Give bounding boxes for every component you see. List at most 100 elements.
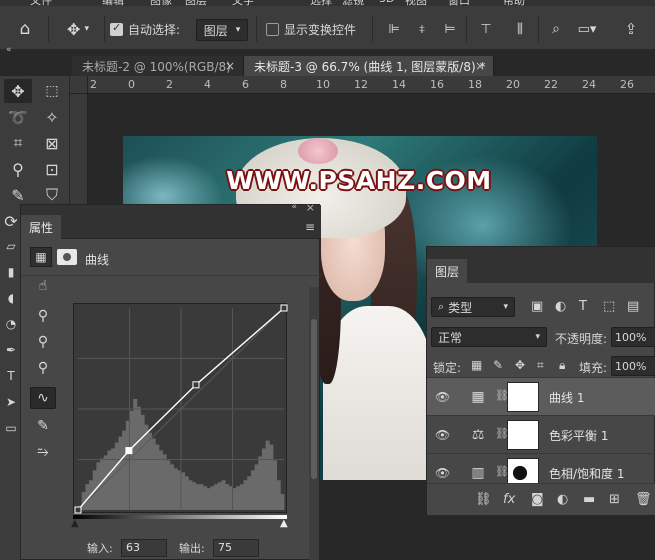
type-filter-icon[interactable]: T bbox=[579, 299, 587, 314]
add-mask-icon[interactable]: ◙ bbox=[531, 492, 544, 507]
curve-point[interactable] bbox=[125, 447, 133, 455]
curves-graph[interactable] bbox=[73, 303, 288, 514]
scrollbar[interactable] bbox=[309, 287, 319, 560]
search-icon: ⌕ bbox=[438, 300, 445, 313]
layer-row[interactable]: 👁︎ ▦ ⛓︎ 曲线 1 bbox=[427, 377, 655, 415]
lock-artboard-icon[interactable]: ⌗ bbox=[537, 358, 544, 373]
search-icon[interactable]: ⌕ bbox=[546, 18, 566, 40]
eye-icon[interactable]: 👁︎ bbox=[435, 466, 450, 480]
align-right-icon[interactable]: ⊨ bbox=[440, 18, 460, 40]
tab-properties[interactable]: 属性 bbox=[21, 215, 62, 239]
layer-filter-dropdown[interactable]: ⌕ 类型 ▾ bbox=[431, 297, 515, 317]
tab-document-2[interactable]: 未标题-2 @ 100%(RGB/8) × bbox=[72, 56, 244, 76]
type-tool-icon[interactable]: T bbox=[4, 364, 18, 388]
adjustment-filter-icon[interactable]: ◐ bbox=[555, 299, 566, 314]
delete-layer-icon[interactable]: 🗑︎ bbox=[635, 492, 652, 507]
layer-mask-thumbnail[interactable] bbox=[507, 420, 539, 450]
close-icon[interactable]: × bbox=[475, 59, 485, 73]
tab-layers[interactable]: 图层 bbox=[427, 259, 468, 283]
distribute-icon[interactable]: ⫼ bbox=[510, 18, 530, 40]
path-select-tool-icon[interactable]: ➤ bbox=[4, 390, 18, 414]
crop-tool-icon[interactable]: ⌗ bbox=[4, 131, 32, 155]
tab-document-3[interactable]: 未标题-3 @ 66.7% (曲线 1, 图层蒙版/8) * × bbox=[244, 56, 494, 76]
input-field[interactable]: 63 bbox=[121, 539, 167, 557]
lock-position-icon[interactable]: ✥ bbox=[515, 358, 525, 372]
layer-row[interactable]: 👁︎ ▥ ⛓︎ 色相/饱和度 1 bbox=[427, 453, 655, 483]
close-icon[interactable]: × bbox=[225, 59, 235, 73]
fill-field[interactable]: 100% bbox=[611, 356, 655, 376]
panel-menu-icon[interactable]: ≡ bbox=[305, 220, 315, 234]
new-adjustment-icon[interactable]: ◐ bbox=[557, 492, 568, 507]
layer-mask-thumbnail[interactable] bbox=[507, 382, 539, 412]
show-transform-checkbox[interactable] bbox=[266, 22, 279, 36]
histogram-bar bbox=[173, 468, 178, 510]
ruler-mark: 12 bbox=[354, 78, 368, 91]
curve-point[interactable] bbox=[192, 381, 200, 389]
histogram-bar bbox=[122, 430, 127, 510]
eye-icon[interactable]: 👁︎ bbox=[435, 390, 450, 404]
auto-select-checkbox[interactable] bbox=[110, 21, 123, 36]
new-layer-icon[interactable]: ⊞ bbox=[609, 492, 620, 507]
curves-plot[interactable] bbox=[74, 304, 288, 514]
pen-tool-icon[interactable]: ✒ bbox=[4, 338, 18, 362]
collapse-arrows-icon[interactable]: « bbox=[291, 202, 297, 212]
workspace-icon[interactable]: ▭▾ bbox=[576, 18, 598, 40]
image-filter-icon[interactable]: ▣ bbox=[531, 299, 543, 314]
align-top-icon[interactable]: ⊤ bbox=[476, 18, 496, 40]
chevron-down-icon: ▾ bbox=[235, 25, 241, 35]
ruler-mark: 6 bbox=[242, 78, 249, 91]
on-image-adjust-icon[interactable]: ☝ bbox=[30, 275, 56, 297]
black-slider-icon[interactable]: ▲ bbox=[71, 518, 79, 529]
eraser-tool-icon[interactable]: ▱ bbox=[4, 234, 18, 258]
fx-icon[interactable]: fx bbox=[503, 492, 515, 507]
new-group-icon[interactable]: ▬ bbox=[583, 492, 595, 507]
smart-object-filter-icon[interactable]: ▤ bbox=[627, 299, 639, 314]
auto-select-target-dropdown[interactable]: 图层 ▾ bbox=[196, 19, 248, 41]
layer-row[interactable]: 👁︎ ⚖︎ ⛓︎ 色彩平衡 1 bbox=[427, 415, 655, 453]
scrollbar-thumb[interactable] bbox=[311, 319, 317, 479]
lock-transparent-icon[interactable]: ▦ bbox=[471, 358, 482, 372]
gradient-tool-icon[interactable]: ▮ bbox=[4, 260, 18, 284]
chevron-down-icon: ▾ bbox=[535, 332, 540, 342]
output-field[interactable]: 75 bbox=[213, 539, 259, 557]
black-point-eyedropper-icon[interactable]: ⚲ bbox=[30, 305, 56, 327]
collapse-arrows-icon[interactable]: « bbox=[6, 45, 12, 55]
magic-wand-tool-icon[interactable]: ✧ bbox=[38, 105, 66, 129]
move-tool-icon[interactable]: ✥ bbox=[4, 79, 32, 103]
blur-tool-icon[interactable]: ◖ bbox=[4, 286, 18, 310]
lasso-tool-icon[interactable]: ➰ bbox=[4, 105, 32, 129]
healing-brush-tool-icon[interactable]: ⊡ bbox=[38, 157, 66, 181]
curve-point-tool-icon[interactable]: ∿ bbox=[30, 387, 56, 409]
move-tool-preset-icon[interactable]: ✥ ▾ bbox=[58, 18, 98, 40]
history-brush-tool-icon[interactable]: ⟳ bbox=[4, 209, 18, 233]
shape-filter-icon[interactable]: ⬚ bbox=[603, 299, 615, 314]
align-hcenter-icon[interactable]: ⧧ bbox=[412, 18, 432, 40]
input-label: 输入: bbox=[87, 542, 113, 555]
blend-mode-dropdown[interactable]: 正常 ▾ bbox=[431, 327, 547, 347]
layer-name: 色相/饱和度 1 bbox=[549, 467, 625, 481]
menu-3d[interactable]: 3D bbox=[379, 0, 394, 5]
marquee-tool-icon[interactable]: ⬚ bbox=[38, 79, 66, 103]
dodge-tool-icon[interactable]: ◔ bbox=[4, 312, 18, 336]
gray-point-eyedropper-icon[interactable]: ⚲ bbox=[30, 331, 56, 353]
smooth-curve-icon[interactable]: ⥲ bbox=[30, 441, 56, 463]
lock-pixels-icon[interactable]: ✎ bbox=[493, 358, 503, 372]
share-icon[interactable]: ⇪ bbox=[620, 18, 642, 40]
frame-tool-icon[interactable]: ⊠ bbox=[38, 131, 66, 155]
curve-point[interactable] bbox=[74, 506, 82, 514]
chevron-down-icon: ▾ bbox=[503, 302, 508, 312]
opacity-field[interactable]: 100% bbox=[611, 327, 655, 347]
link-layers-icon[interactable]: ⛓︎ bbox=[475, 492, 492, 507]
white-slider-icon[interactable]: ▲ bbox=[280, 518, 288, 529]
pencil-draw-icon[interactable]: ✎ bbox=[30, 415, 56, 437]
shape-tool-icon[interactable]: ▭ bbox=[4, 416, 18, 440]
eyedropper-tool-icon[interactable]: ⚲ bbox=[4, 157, 32, 181]
lock-all-icon[interactable]: 🔒︎ bbox=[559, 358, 565, 373]
eye-icon[interactable]: 👁︎ bbox=[435, 428, 450, 442]
white-point-eyedropper-icon[interactable]: ⚲ bbox=[30, 357, 56, 379]
align-left-icon[interactable]: ⊫ bbox=[384, 18, 404, 40]
home-icon[interactable]: ⌂ bbox=[12, 18, 38, 40]
curve-point[interactable] bbox=[280, 304, 288, 312]
close-icon[interactable]: × bbox=[306, 201, 315, 214]
layer-mask-thumbnail[interactable] bbox=[507, 458, 539, 483]
